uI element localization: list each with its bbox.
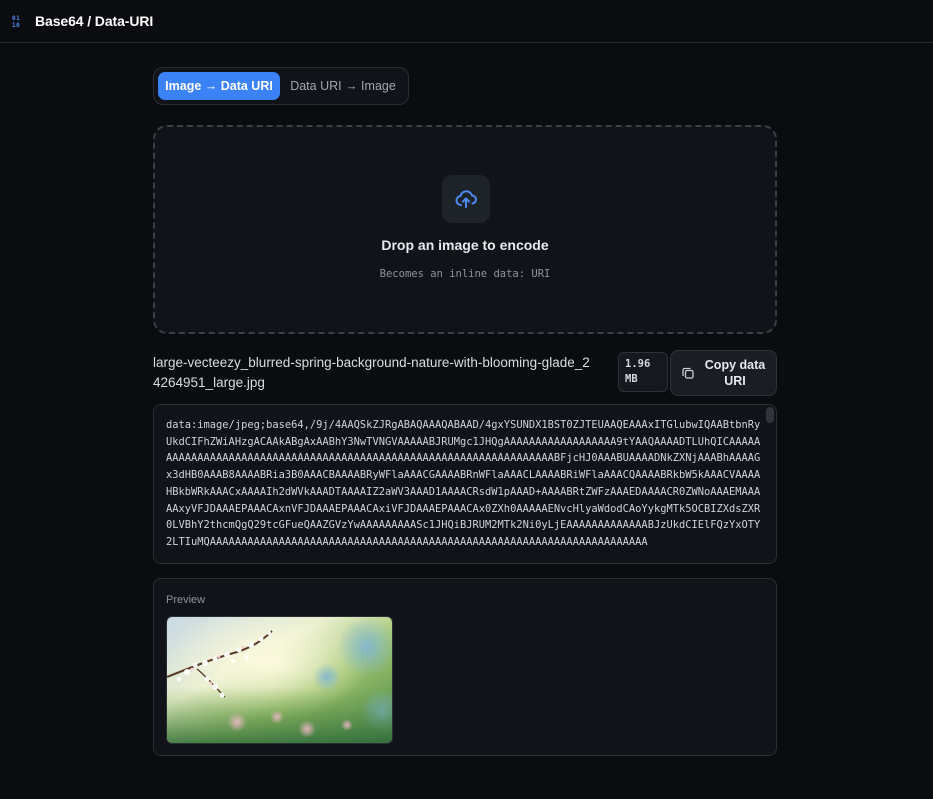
output-scrollbar[interactable] <box>766 407 774 423</box>
preview-label: Preview <box>166 594 206 606</box>
binary-icon: 01 10 <box>12 14 24 29</box>
dropzone-title: Drop an image to encode <box>381 237 549 253</box>
data-uri-text[interactable]: data:image/jpeg;base64,/9j/4AAQSkZJRgABA… <box>166 417 762 557</box>
preview-panel: Preview <box>153 578 777 756</box>
file-size-badge: 1.96 MB <box>618 352 668 392</box>
app-title: Base64 / Data-URI <box>35 13 154 29</box>
upload-tile <box>442 175 490 223</box>
svg-text:01: 01 <box>12 15 20 22</box>
tab-data-uri-to-image[interactable]: Data URI → Image <box>282 72 404 100</box>
copy-data-uri-button[interactable]: Copy data URI <box>670 350 777 396</box>
copy-button-label: Copy data URI <box>704 358 766 388</box>
copy-icon <box>682 367 694 379</box>
app-header: 01 10 Base64 / Data-URI <box>0 0 933 43</box>
svg-text:10: 10 <box>12 22 20 28</box>
mode-tabs: Image → Data URI Data URI → Image <box>153 67 409 105</box>
data-uri-output[interactable]: data:image/jpeg;base64,/9j/4AAQSkZJRgABA… <box>153 404 777 564</box>
upload-cloud-icon <box>455 190 477 208</box>
dropzone-subtitle: Becomes an inline data: URI <box>379 268 551 280</box>
tab-image-to-data-uri[interactable]: Image → Data URI <box>158 72 280 100</box>
image-dropzone[interactable]: Drop an image to encode Becomes an inlin… <box>153 125 777 334</box>
file-name: large-vecteezy_blurred-spring-background… <box>153 355 590 390</box>
preview-image <box>166 616 393 744</box>
